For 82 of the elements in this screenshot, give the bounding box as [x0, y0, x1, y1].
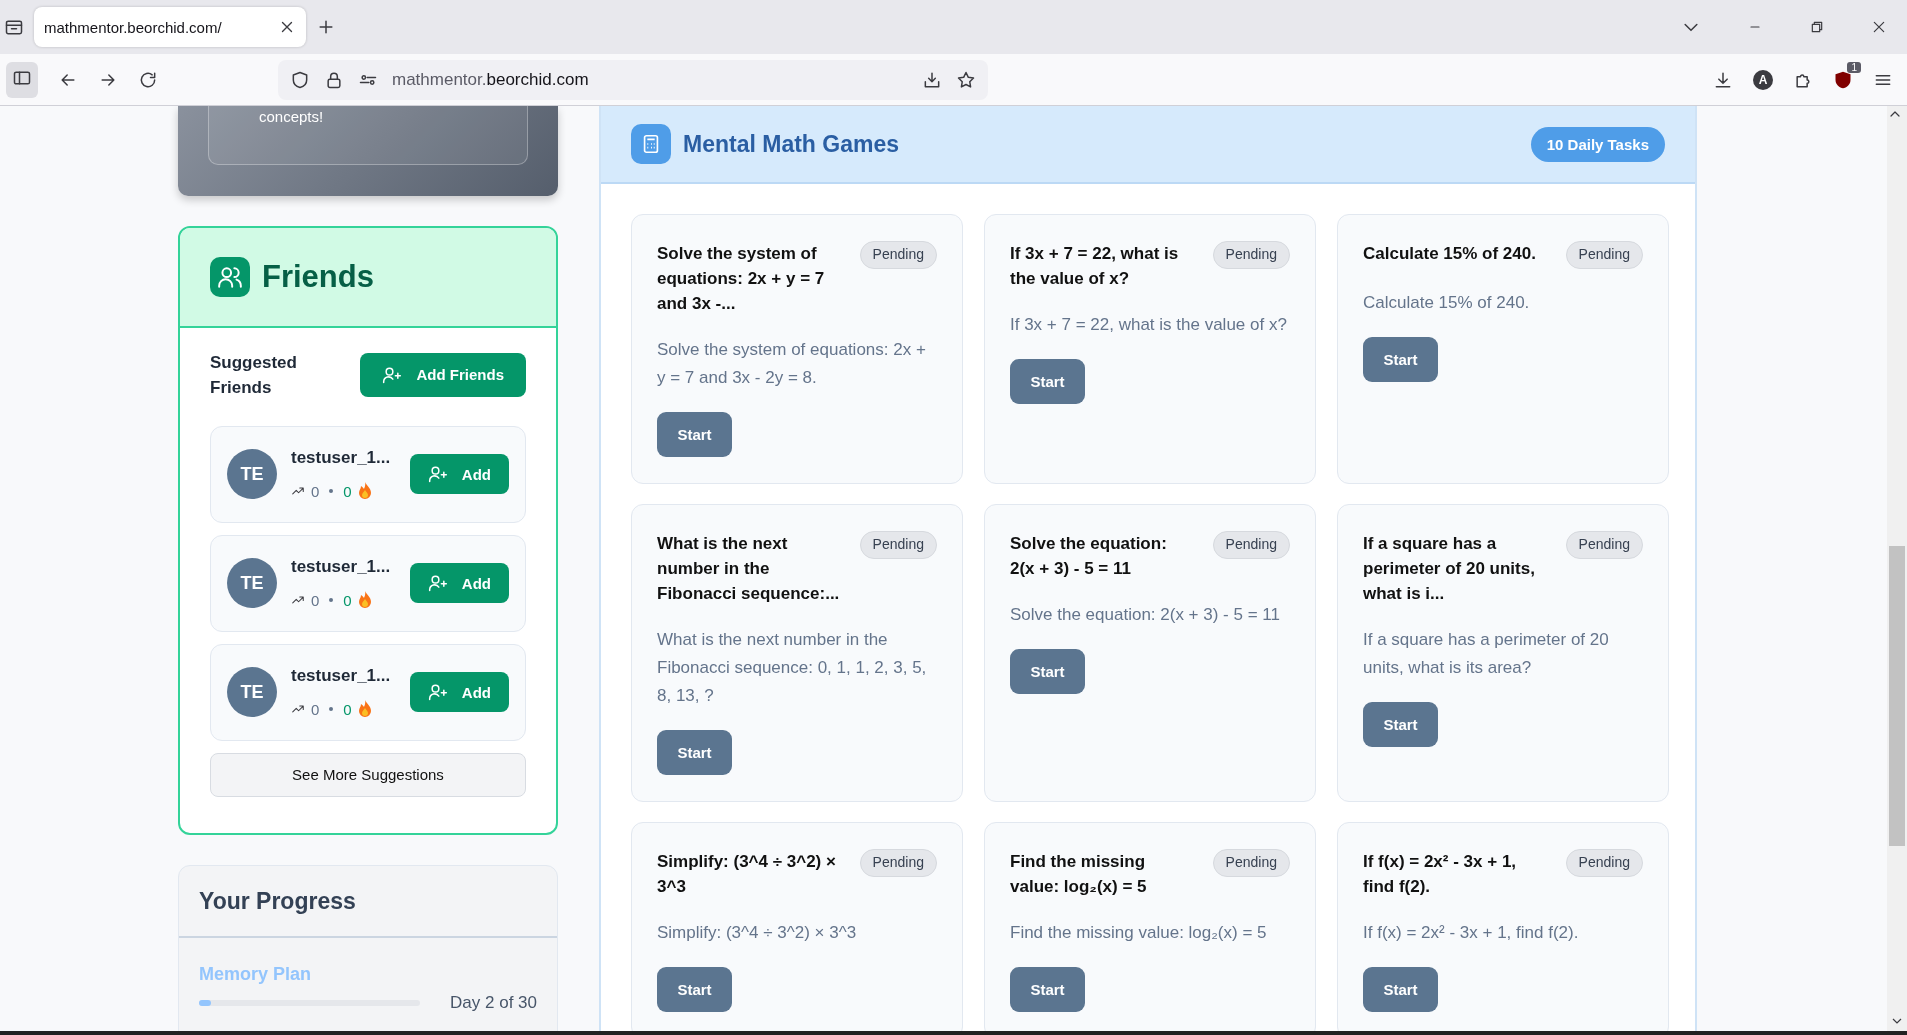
person-plus-icon: [427, 573, 448, 594]
flame-icon: [357, 591, 372, 610]
friends-icon: [210, 256, 250, 297]
add-button[interactable]: Add: [409, 563, 509, 604]
status-badge: Pending: [1565, 849, 1643, 877]
user-name: testuser_1...: [291, 557, 392, 578]
start-button[interactable]: Start: [1363, 702, 1438, 747]
status-badge: Pending: [859, 241, 937, 269]
status-badge: Pending: [1565, 241, 1643, 269]
user-avatar: TE: [227, 558, 277, 609]
trend-count: 0: [311, 482, 320, 500]
trend-count: 0: [311, 700, 320, 718]
task-description: What is the next number in the Fibonacci sequence: 0, 1, 1, 2, 3, 5, 8, 13, ?: [657, 629, 928, 707]
url-text: mathmentor.beorchid.com: [392, 69, 589, 90]
add-button[interactable]: Add: [409, 454, 509, 495]
start-button[interactable]: Start: [657, 412, 732, 457]
start-button[interactable]: Start: [1363, 967, 1438, 1012]
user-avatar: TE: [227, 667, 277, 718]
status-badge: Pending: [859, 849, 937, 877]
plan-name: Memory Plan: [199, 964, 313, 985]
suggested-friends-heading: Suggested Friends: [210, 351, 298, 399]
task-description: If f(x) = 2x² - 3x + 1, find f(2).: [1363, 922, 1579, 944]
add-friends-button[interactable]: Add Friends: [360, 352, 526, 397]
task-description: Calculate 15% of 240.: [1363, 292, 1530, 314]
task-description: Simplify: (3^4 ÷ 3^2) × 3^3: [657, 922, 857, 944]
account-avatar[interactable]: A: [1753, 69, 1773, 90]
task-description: If 3x + 7 = 22, what is the value of x?: [1010, 314, 1287, 336]
address-bar[interactable]: mathmentor.beorchid.com: [278, 59, 988, 100]
intro-text: concepts!: [259, 107, 325, 125]
start-button[interactable]: Start: [657, 730, 732, 775]
status-badge: Pending: [1212, 849, 1290, 877]
status-badge: Pending: [1212, 241, 1290, 269]
status-badge: Pending: [1565, 531, 1643, 559]
daily-tasks-badge: 10 Daily Tasks: [1530, 126, 1665, 162]
task-title: Solve the equation: 2(x + 3) - 5 = 11: [1010, 533, 1168, 580]
extension-badge: 1: [1847, 61, 1861, 73]
status-badge: Pending: [859, 531, 937, 559]
task-title: Simplify: (3^4 ÷ 3^2) × 3^3: [657, 851, 837, 898]
task-description: Find the missing value: log₂(x) = 5: [1010, 922, 1267, 944]
star-icon[interactable]: [955, 69, 976, 90]
browser-tab[interactable]: mathmentor.beorchid.com/: [34, 7, 306, 47]
progress-title: Your Progress: [199, 887, 356, 915]
user-name: testuser_1...: [291, 448, 392, 469]
user-avatar: TE: [227, 449, 277, 500]
add-button[interactable]: Add: [409, 672, 509, 713]
scrollbar-thumb[interactable]: [1889, 546, 1905, 846]
flame-icon: [357, 482, 372, 501]
trend-count: 0: [311, 591, 320, 609]
tab-list-icon[interactable]: [4, 17, 24, 37]
streak-count: 0: [343, 700, 352, 718]
task-title: Calculate 15% of 240.: [1363, 243, 1537, 265]
start-button[interactable]: Start: [1010, 359, 1085, 404]
close-icon[interactable]: [1871, 19, 1887, 35]
task-title: Find the missing value: log₂(x) = 5: [1010, 851, 1148, 898]
task-description: Solve the system of equations: 2x + y = 7 and 3x - 2y = 8.: [657, 339, 927, 389]
user-name: testuser_1...: [291, 666, 392, 687]
task-title: Solve the system of equations: 2x + y = 7 and 3x -...: [657, 243, 826, 315]
flame-icon: [357, 700, 372, 719]
task-title: What is the next number in the Fibonacci sequence:...: [657, 533, 841, 605]
task-title: If a square has a perimeter of 20 units, what is i...: [1363, 533, 1536, 605]
tab-title: mathmentor.beorchid.com/: [44, 18, 222, 36]
person-plus-icon: [427, 464, 448, 485]
status-badge: Pending: [1212, 531, 1290, 559]
start-button[interactable]: Start: [1363, 337, 1438, 382]
friends-title: Friends: [262, 258, 374, 295]
restore-icon[interactable]: [1809, 19, 1825, 35]
start-button[interactable]: Start: [1010, 967, 1085, 1012]
shield-icon[interactable]: [1833, 69, 1853, 90]
start-button[interactable]: Start: [1010, 649, 1085, 694]
task-title: If f(x) = 2x² - 3x + 1, find f(2).: [1363, 851, 1518, 898]
calculator-icon: [631, 124, 671, 164]
shield-icon[interactable]: [290, 69, 310, 90]
streak-count: 0: [343, 482, 352, 500]
see-more-button[interactable]: See More Suggestions: [210, 752, 526, 797]
streak-count: 0: [343, 591, 352, 609]
start-button[interactable]: Start: [657, 967, 732, 1012]
day-count: Day 2 of 30: [450, 993, 537, 1013]
task-description: Solve the equation: 2(x + 3) - 5 = 11: [1010, 604, 1280, 626]
task-description: If a square has a perimeter of 20 units, what is its area?: [1363, 629, 1610, 679]
person-plus-icon: [427, 682, 448, 703]
task-title: If 3x + 7 = 22, what is the value of x?: [1010, 243, 1180, 290]
games-title: Mental Math Games: [683, 130, 900, 158]
